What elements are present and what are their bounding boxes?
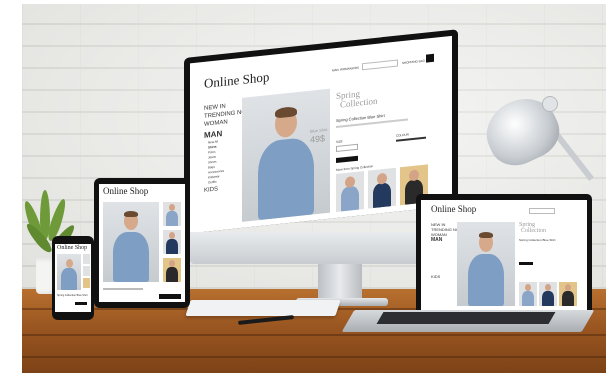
tablet-brand: Online Shop [103, 186, 149, 196]
keyboard-icon [185, 300, 341, 316]
desktop-screen: Online Shop MAN WOMAN KIDS SHOPPING BAG … [190, 35, 452, 234]
phone-thumb[interactable] [83, 254, 90, 264]
desktop-header-link[interactable]: KIDS [352, 66, 359, 71]
related-thumb[interactable] [336, 171, 364, 213]
desktop-submenu-item[interactable]: Knitwear [208, 174, 220, 179]
phone-brand: Online Shop [57, 245, 88, 251]
tablet-thumb[interactable] [163, 230, 181, 254]
desktop-submenu-item[interactable]: Shoes [208, 160, 217, 165]
phone-thumb[interactable] [83, 278, 90, 288]
promo-line-2: Collection [340, 95, 378, 110]
laptop-keyboard [376, 312, 556, 324]
lamp-joint [542, 96, 558, 112]
tablet-text-line [103, 288, 143, 290]
tablet-device: Online Shop [94, 178, 190, 308]
laptop-nav-item[interactable]: KIDS [431, 274, 440, 279]
laptop-product-title: Spring Collection Blue Shirt [519, 238, 556, 242]
add-to-bag-button[interactable] [336, 155, 358, 164]
laptop-screen: Online Shop NEW IN TRENDING NOW WOMAN MA… [421, 200, 587, 310]
laptop-thumb[interactable] [559, 282, 577, 306]
table-plank-line [22, 356, 606, 358]
desktop-bag-label[interactable]: SHOPPING BAG [402, 59, 425, 65]
related-thumb[interactable] [368, 167, 396, 209]
phone-product-title: Spring Collection Blue Shirt [57, 294, 88, 297]
desktop-nav-item[interactable]: WOMAN [204, 119, 228, 128]
bag-icon[interactable] [426, 53, 434, 63]
tablet-screen: Online Shop [99, 184, 185, 302]
phone-thumb[interactable] [83, 266, 90, 276]
tablet-add-button[interactable] [159, 294, 181, 299]
desktop-search-input[interactable] [362, 59, 398, 71]
desktop-submenu-item[interactable]: Outfits [208, 180, 217, 185]
desktop-header-link[interactable]: MAN [332, 68, 339, 73]
phone-add-button[interactable] [75, 302, 87, 305]
laptop-promo-line-2: Collection [521, 228, 546, 234]
monitor-chin [190, 232, 452, 264]
laptop-device: Online Shop NEW IN TRENDING NOW WOMAN MA… [416, 194, 592, 312]
tablet-hero-photo [103, 202, 159, 282]
laptop-search-input[interactable] [529, 208, 555, 214]
tablet-thumb[interactable] [163, 202, 181, 226]
laptop-nav-item-active[interactable]: MAN [431, 237, 442, 243]
colour-label: COLOUR [396, 132, 409, 138]
laptop-thumb[interactable] [539, 282, 557, 306]
laptop-brand: Online Shop [431, 204, 477, 214]
desktop-nav-item[interactable]: KIDS [204, 186, 218, 193]
desktop-nav-item-active[interactable]: MAN [204, 129, 222, 140]
laptop-thumb[interactable] [519, 282, 537, 306]
size-selector[interactable] [336, 143, 358, 153]
phone-screen: Online Shop Spring Collection Blue Shirt [55, 244, 91, 312]
tablet-thumb[interactable] [163, 258, 181, 282]
product-photo-scene: Online Shop MAN WOMAN KIDS SHOPPING BAG … [0, 0, 606, 377]
table-plank-line [22, 334, 606, 336]
hero-price: 49$ [310, 133, 326, 145]
laptop-add-button[interactable] [519, 262, 533, 265]
colour-selector[interactable] [396, 136, 426, 142]
desktop-header-link[interactable]: WOMAN [340, 66, 352, 71]
desktop-hero-photo: Blue Shirt 49$ [242, 88, 330, 222]
phone-device: Online Shop Spring Collection Blue Shirt [52, 236, 94, 320]
laptop-hero-photo [457, 222, 515, 306]
desktop-brand: Online Shop [204, 69, 270, 91]
size-label: SIZE [336, 139, 343, 145]
phone-hero-photo [57, 254, 81, 290]
